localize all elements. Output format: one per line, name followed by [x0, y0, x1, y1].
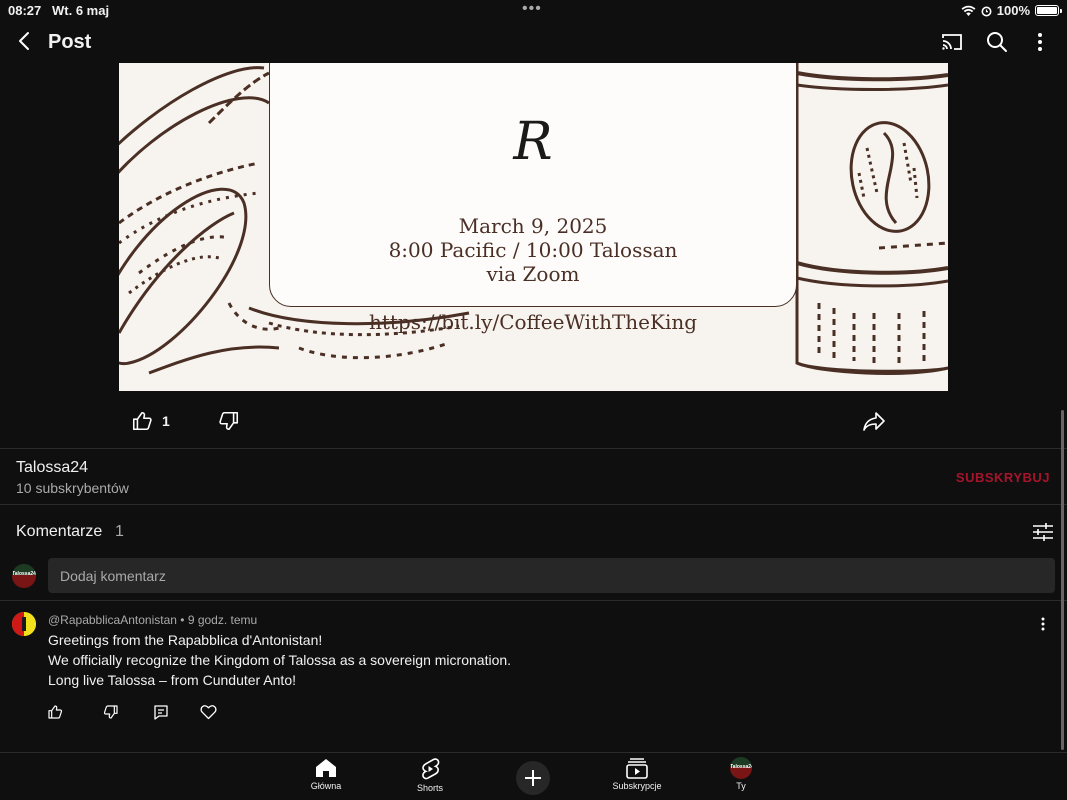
nav-home[interactable]: Główna — [286, 757, 366, 791]
comment-meta: @RapabblicaAntonistan • 9 godz. temu — [48, 613, 257, 627]
reply-icon[interactable] — [153, 704, 169, 720]
channel-subscribers: 10 subskrybentów — [16, 480, 129, 496]
battery-icon — [1035, 5, 1062, 16]
page-title: Post — [48, 31, 92, 53]
channel-name[interactable]: Talossa24 — [16, 459, 88, 477]
shorts-icon — [422, 758, 440, 780]
home-icon — [316, 759, 336, 777]
nav-label: Shorts — [416, 783, 443, 793]
share-icon[interactable] — [862, 410, 886, 432]
nav-label: Ty — [736, 781, 746, 791]
alarm-icon — [981, 6, 992, 16]
more-vertical-icon[interactable] — [1028, 30, 1052, 54]
card-url: https://bit.ly/CoffeeWithTheKing — [368, 310, 698, 334]
comment-line: Long live Talossa – from Cunduter Anto! — [48, 672, 297, 688]
subscriptions-icon — [626, 758, 648, 779]
meta-separator: • — [180, 613, 188, 627]
wifi-icon — [961, 5, 976, 16]
comment-line: We officially recognize the Kingdom of T… — [48, 652, 512, 668]
search-icon[interactable] — [985, 30, 1009, 54]
comment-author[interactable]: @RapabblicaAntonistan — [48, 613, 177, 627]
avatar: Talossa24 — [730, 757, 752, 779]
card-date: March 9, 2025 — [458, 214, 608, 238]
dislike-icon[interactable] — [218, 410, 240, 432]
battery-percent: 100% — [996, 3, 1030, 18]
status-bar: 08:27 Wt. 6 maj ••• 100% — [0, 0, 1067, 20]
status-right: 100% — [961, 3, 1062, 18]
comment-like-icon[interactable] — [47, 704, 63, 720]
avatar: Talossa24 — [12, 564, 36, 588]
nav-shorts[interactable]: Shorts — [390, 757, 470, 793]
avatar-text: Talossa24 — [12, 571, 36, 577]
comment-dislike-icon[interactable] — [103, 704, 119, 720]
like-icon[interactable] — [131, 410, 153, 432]
commenter-avatar[interactable] — [12, 612, 36, 636]
post-actions: 1 — [0, 400, 1067, 442]
bottom-nav: Główna Shorts Subskrypcje Talossa24 Ty — [0, 752, 1067, 800]
comment-time: 9 godz. temu — [187, 613, 258, 627]
card-via: via Zoom — [486, 262, 580, 286]
like-count: 1 — [162, 413, 170, 429]
sort-filter-icon[interactable] — [1032, 522, 1054, 542]
heart-icon[interactable] — [200, 704, 217, 720]
status-time: 08:27 — [8, 3, 42, 18]
status-date: Wt. 6 maj — [52, 3, 110, 18]
subscribe-button[interactable]: SUBSKRYBUJ — [956, 470, 1050, 485]
back-icon[interactable] — [14, 30, 36, 52]
app-header: Post — [0, 22, 1067, 62]
add-comment-input[interactable]: Dodaj komentarz — [48, 558, 1055, 593]
divider — [0, 448, 1067, 449]
multitasking-dots-icon[interactable]: ••• — [522, 0, 542, 18]
nav-you[interactable]: Talossa24 Ty — [701, 757, 781, 791]
create-button[interactable] — [516, 761, 550, 795]
post-image[interactable]: R March 9, 2025 8:00 Pacific / 10:00 Tal… — [119, 63, 948, 391]
plus-icon — [525, 770, 541, 786]
cast-icon[interactable] — [940, 30, 964, 54]
card-time: 8:00 Pacific / 10:00 Talossan — [388, 238, 678, 262]
avatar-text: Talossa24 — [730, 764, 752, 770]
scrollbar[interactable] — [1061, 410, 1064, 750]
comments-title: Komentarze — [16, 523, 103, 540]
divider — [0, 600, 1067, 601]
nav-subscriptions[interactable]: Subskrypcje — [597, 757, 677, 791]
comment-more-icon[interactable] — [1035, 616, 1051, 632]
comments-count: 1 — [115, 523, 124, 540]
nav-label: Subskrypcje — [612, 781, 662, 791]
divider — [0, 504, 1067, 505]
comment-line: Greetings from the Rapabblica d'Antonist… — [48, 632, 323, 648]
event-card: R March 9, 2025 8:00 Pacific / 10:00 Tal… — [269, 63, 797, 334]
nav-label: Główna — [310, 781, 342, 791]
card-logo: R — [513, 112, 553, 172]
